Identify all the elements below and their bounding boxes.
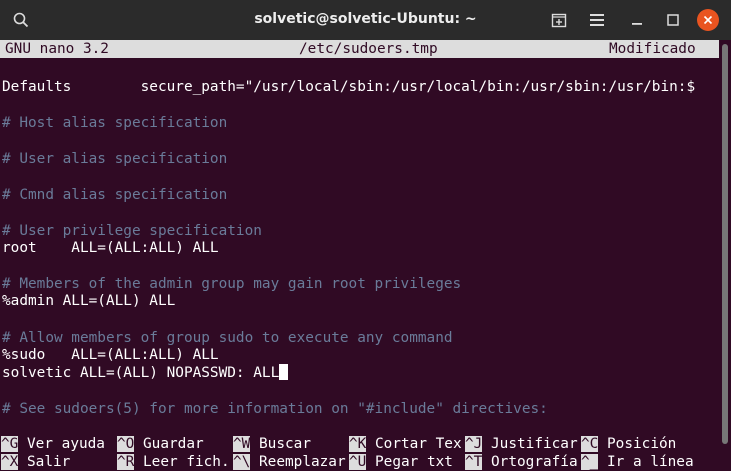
- nano-version: GNU nano 3.2: [5, 41, 109, 57]
- cmnd-alias-comment: # Cmnd alias specification: [2, 187, 228, 203]
- shortcut-buscar: ^W Buscar: [233, 435, 311, 453]
- shortcut-key: ^_: [581, 454, 599, 470]
- shortcut-label: Buscar: [259, 436, 311, 452]
- shortcut-label: Ortografía: [491, 454, 578, 470]
- minimize-icon[interactable]: [626, 9, 648, 31]
- include-comment: # See sudoers(5) for more information on…: [2, 401, 548, 417]
- shortcut-label: Ver ayuda: [27, 436, 105, 452]
- terminal-content[interactable]: GNU nano 3.2 /etc/sudoers.tmp Modificado…: [0, 40, 719, 471]
- shortcut-key: ^O: [117, 436, 135, 452]
- user-privilege-comment: # User privilege specification: [2, 223, 262, 239]
- shortcut-ortografia: ^T Ortografía: [465, 453, 578, 471]
- shortcut-label: Pegar txt: [375, 454, 453, 470]
- shortcut-key: ^R: [117, 454, 135, 470]
- user-alias-comment: # User alias specification: [2, 151, 228, 167]
- shortcut-posicion: ^C Posición: [581, 435, 676, 453]
- nano-header-bar: GNU nano 3.2 /etc/sudoers.tmp Modificado: [0, 40, 719, 58]
- shortcut-label: Salir: [27, 454, 71, 470]
- admin-line: %admin ALL=(ALL) ALL: [2, 293, 176, 309]
- shortcut-ir-a-linea: ^_ Ir a línea: [581, 453, 694, 471]
- admin-group-comment: # Members of the admin group may gain ro…: [2, 276, 462, 292]
- shortcut-label: Reemplazar: [259, 454, 346, 470]
- shortcut-key: ^W: [233, 436, 251, 452]
- maximize-icon[interactable]: [662, 9, 684, 31]
- terminal-window: solvetic@solvetic-Ubuntu: ~ GNU nano 3.2…: [0, 0, 731, 471]
- shortcut-justificar: ^J Justificar: [465, 435, 578, 453]
- shortcut-key: ^K: [349, 436, 367, 452]
- close-icon[interactable]: [697, 9, 719, 31]
- shortcut-ver-ayuda: ^G Ver ayuda: [1, 435, 105, 453]
- shortcut-key: ^T: [465, 454, 483, 470]
- shortcut-key: ^U: [349, 454, 367, 470]
- shortcut-label: Justificar: [491, 436, 578, 452]
- sudo-line: %sudo ALL=(ALL:ALL) ALL: [2, 347, 219, 363]
- shortcut-key: ^C: [581, 436, 599, 452]
- shortcut-key: ^G: [1, 436, 19, 452]
- shortcut-guardar: ^O Guardar: [117, 435, 204, 453]
- window-title: solvetic@solvetic-Ubuntu: ~: [254, 11, 477, 27]
- shortcut-label: Ir a línea: [607, 454, 694, 470]
- shortcut-label: Posición: [607, 436, 677, 452]
- file-name: /etc/sudoers.tmp: [299, 41, 438, 57]
- shortcut-pegar-texto: ^U Pegar txt: [349, 453, 453, 471]
- shortcut-reemplazar: ^\ Reemplazar: [233, 453, 346, 471]
- solvetic-line[interactable]: solvetic ALL=(ALL) NOPASSWD: ALL: [2, 364, 289, 382]
- shortcut-leer-fichero: ^R Leer fich.: [117, 453, 230, 471]
- scrollbar-thumb[interactable]: [722, 44, 728, 444]
- shortcut-label: Cortar Tex: [375, 436, 462, 452]
- hamburger-menu-icon[interactable]: [586, 9, 608, 31]
- host-alias-comment: # Host alias specification: [2, 115, 228, 131]
- title-bar: solvetic@solvetic-Ubuntu: ~: [0, 0, 731, 40]
- shortcut-key: ^\: [233, 454, 251, 470]
- new-tab-icon[interactable]: [548, 9, 570, 31]
- solvetic-line-text: solvetic ALL=(ALL) NOPASSWD: ALL: [2, 365, 280, 381]
- shortcut-key: ^J: [465, 436, 483, 452]
- text-cursor: [279, 364, 289, 380]
- shortcut-cortar-texto: ^K Cortar Tex: [349, 435, 462, 453]
- modified-status: Modificado: [609, 41, 696, 57]
- shortcut-salir: ^X Salir: [1, 453, 70, 471]
- sudo-group-comment: # Allow members of group sudo to execute…: [2, 330, 453, 346]
- shortcut-key: ^X: [1, 454, 19, 470]
- shortcut-label: Guardar: [143, 436, 204, 452]
- defaults-line: Defaults secure_path="/usr/local/sbin:/u…: [2, 79, 696, 95]
- vertical-scrollbar[interactable]: [719, 40, 731, 471]
- root-line: root ALL=(ALL:ALL) ALL: [2, 240, 219, 256]
- shortcut-label: Leer fich.: [143, 454, 230, 470]
